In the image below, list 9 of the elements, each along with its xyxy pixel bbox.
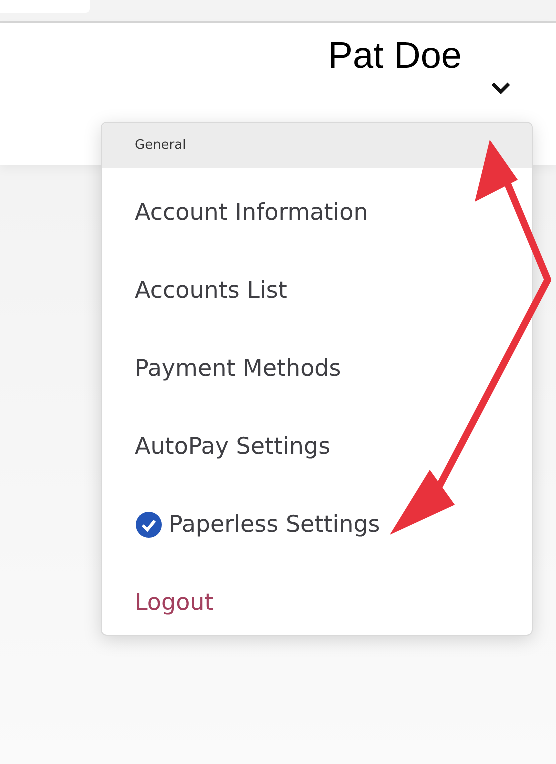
menu-section-title: General (102, 123, 532, 168)
menu-item[interactable]: Paperless Settings (135, 502, 380, 548)
logout-link[interactable]: Logout (135, 580, 214, 626)
user-name: Pat Doe (328, 35, 462, 77)
menu-item[interactable]: AutoPay Settings (135, 424, 331, 470)
menu-item[interactable]: Payment Methods (135, 346, 342, 392)
chevron-down-icon[interactable] (490, 81, 512, 95)
menu-item[interactable]: Accounts List (135, 268, 288, 314)
menu-item[interactable]: Account Information (135, 190, 368, 236)
